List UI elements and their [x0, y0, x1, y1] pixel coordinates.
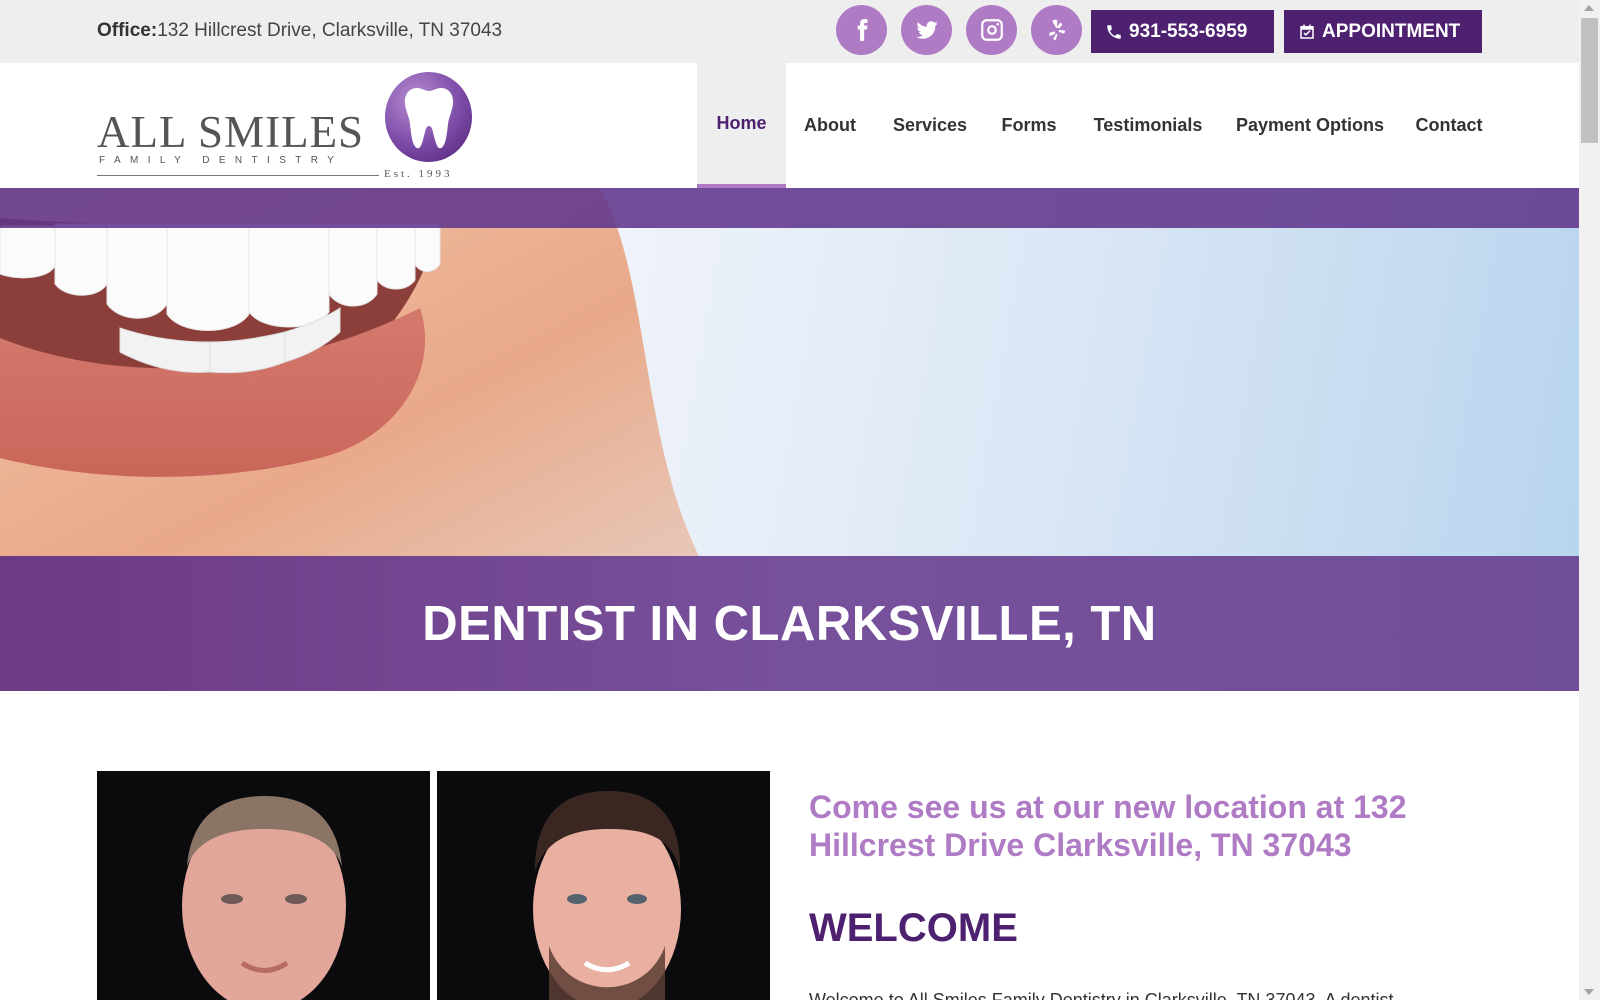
page-scrollbar[interactable]	[1579, 0, 1600, 1000]
dentist-photo-2	[437, 771, 770, 1000]
phone-button[interactable]: 931-553-6959	[1091, 10, 1274, 53]
facebook-link[interactable]	[836, 5, 887, 55]
scroll-thumb[interactable]	[1581, 18, 1598, 143]
tooth-icon	[404, 88, 454, 149]
instagram-icon	[980, 19, 1003, 41]
logo-name: ALL SMILES	[97, 107, 365, 157]
hero-title: DENTIST IN CLARKSVILLE, TN	[422, 596, 1157, 651]
logo-underline	[97, 175, 379, 176]
welcome-intro-text: Welcome to All Smiles Family Dentistry i…	[809, 990, 1394, 1000]
hero-banner: DENTIST IN CLARKSVILLE, TN	[0, 188, 1579, 691]
scroll-down-icon[interactable]	[1584, 989, 1594, 995]
nav-payment-options[interactable]: Payment Options	[1234, 63, 1386, 188]
office-address-text: 132 Hillcrest Drive, Clarksville, TN 370…	[157, 20, 503, 41]
tooth-logo-mark	[385, 72, 472, 162]
office-label: Office:	[97, 20, 158, 41]
top-bar: Office:132 Hillcrest Drive, Clarksville,…	[0, 0, 1579, 63]
appointment-label: APPOINTMENT	[1322, 20, 1461, 42]
nav-testimonials[interactable]: Testimonials	[1091, 63, 1205, 188]
dentist-photo-1	[97, 771, 430, 1000]
logo-established: Est. 1993	[384, 168, 453, 180]
dentist-portrait-2	[437, 771, 770, 1000]
smile-hero-image	[0, 188, 700, 558]
phone-icon	[1107, 24, 1121, 39]
nav-services[interactable]: Services	[890, 63, 970, 188]
appointment-button[interactable]: APPOINTMENT	[1284, 10, 1482, 53]
site-logo[interactable]: ALL SMILES FAMILY DENTISTRY Est. 1993	[97, 72, 475, 184]
hero-top-band	[0, 188, 1579, 228]
dentist-portrait-1	[97, 771, 430, 1000]
yelp-link[interactable]	[1031, 5, 1082, 55]
facebook-icon	[857, 19, 867, 41]
scroll-up-icon[interactable]	[1584, 5, 1594, 11]
phone-number: 931-553-6959	[1129, 20, 1248, 42]
instagram-link[interactable]	[966, 5, 1017, 55]
office-address: Office:132 Hillcrest Drive, Clarksville,…	[97, 20, 502, 42]
nav-contact[interactable]: Contact	[1413, 63, 1485, 188]
welcome-heading: WELCOME	[809, 906, 1018, 950]
yelp-icon	[1048, 19, 1065, 41]
calendar-check-icon	[1300, 24, 1314, 39]
nav-home[interactable]: Home	[697, 63, 786, 188]
logo-subtitle: FAMILY DENTISTRY	[99, 155, 344, 166]
hero-title-band: DENTIST IN CLARKSVILLE, TN	[0, 556, 1579, 691]
nav-about[interactable]: About	[796, 63, 864, 188]
twitter-icon	[915, 21, 938, 39]
twitter-link[interactable]	[901, 5, 952, 55]
nav-forms[interactable]: Forms	[998, 63, 1060, 188]
new-location-heading: Come see us at our new location at 132 H…	[809, 789, 1407, 863]
